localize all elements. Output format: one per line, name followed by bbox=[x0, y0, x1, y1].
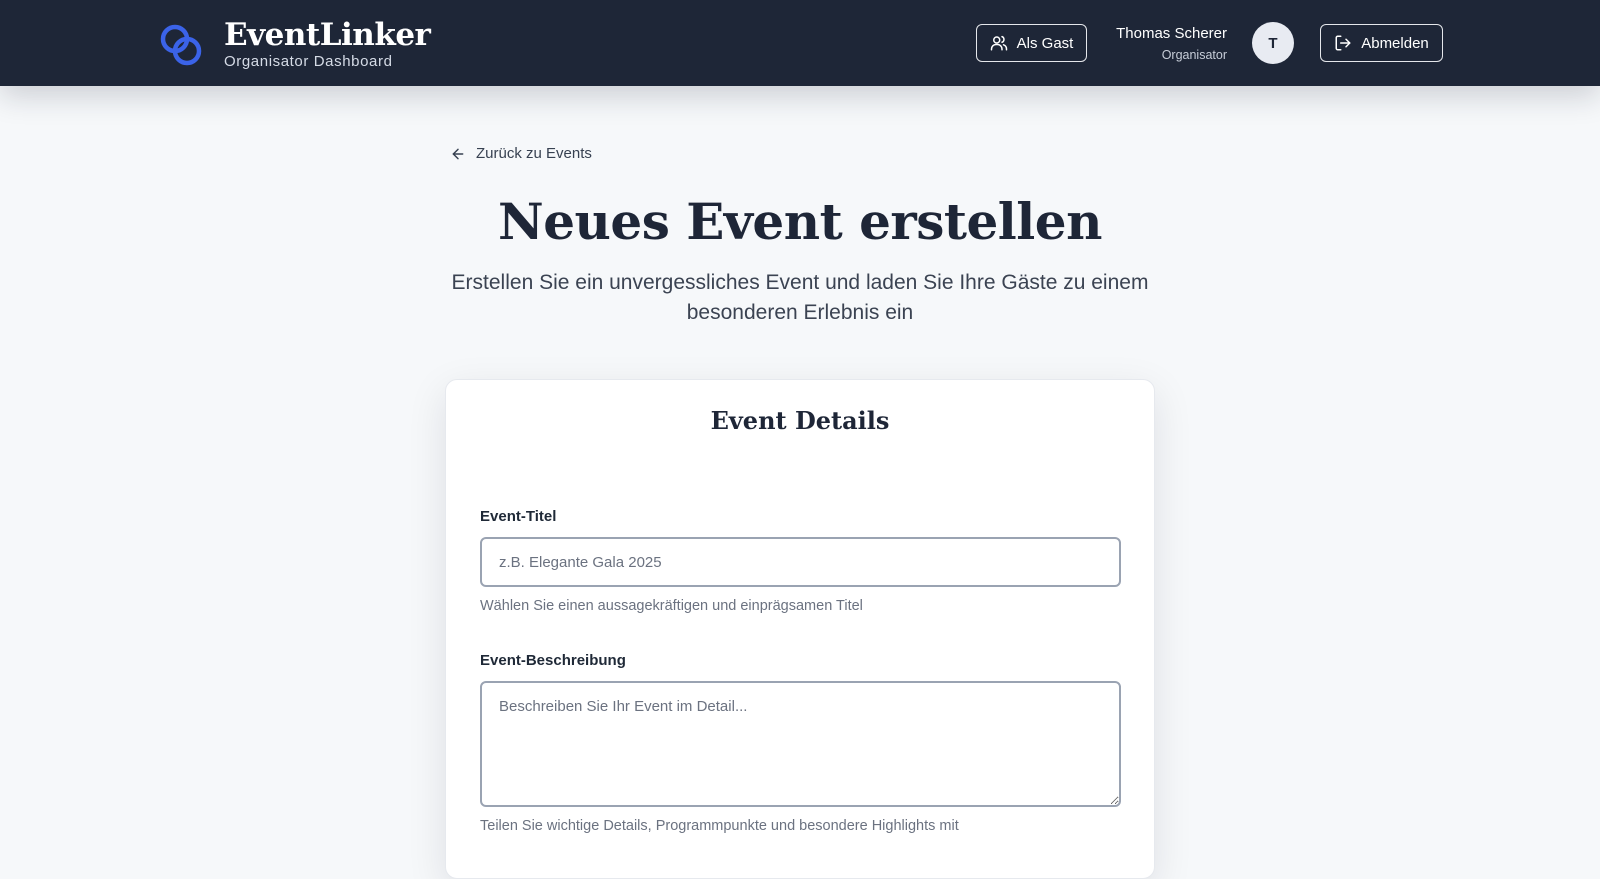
logout-label: Abmelden bbox=[1361, 34, 1429, 52]
brand-text: EventLinker Organisator Dashboard bbox=[224, 17, 431, 71]
guest-mode-label: Als Gast bbox=[1016, 34, 1074, 52]
linked-rings-icon bbox=[160, 24, 202, 65]
brand-subtitle: Organisator Dashboard bbox=[224, 53, 393, 70]
page-title: Neues Event erstellen bbox=[498, 192, 1102, 251]
page-subtitle: Erstellen Sie ein unvergessliches Event … bbox=[451, 271, 1149, 324]
user-name: Thomas Scherer bbox=[1116, 25, 1227, 42]
logout-button[interactable]: Abmelden bbox=[1320, 24, 1443, 62]
avatar[interactable]: T bbox=[1252, 22, 1294, 64]
event-title-help: Wählen Sie einen aussagekräftigen und ei… bbox=[480, 598, 863, 614]
back-link-label: Zurück zu Events bbox=[476, 145, 592, 162]
event-description-textarea[interactable] bbox=[480, 681, 1121, 807]
brand-name: EventLinker bbox=[224, 17, 431, 53]
event-title-label: Event-Titel bbox=[480, 508, 557, 525]
guest-mode-button[interactable]: Als Gast bbox=[976, 24, 1087, 62]
event-description-help: Teilen Sie wichtige Details, Programmpun… bbox=[480, 818, 959, 834]
user-role: Organisator bbox=[1161, 48, 1227, 62]
arrow-left-icon bbox=[452, 148, 464, 159]
event-details-card: Event Details Event-Titel Wählen Sie ein… bbox=[445, 379, 1155, 879]
card-title: Event Details bbox=[710, 406, 890, 435]
event-description-label: Event-Beschreibung bbox=[480, 652, 626, 669]
users-icon bbox=[990, 35, 1007, 51]
brand[interactable]: EventLinker Organisator Dashboard bbox=[158, 17, 431, 71]
user-info: Thomas Scherer Organisator bbox=[1116, 25, 1227, 63]
back-to-events-link[interactable]: Zurück zu Events bbox=[450, 145, 592, 162]
event-title-input[interactable] bbox=[480, 537, 1121, 587]
top-navigation-bar: EventLinker Organisator Dashboard Als Ga… bbox=[0, 0, 1600, 86]
logout-icon bbox=[1335, 35, 1351, 51]
